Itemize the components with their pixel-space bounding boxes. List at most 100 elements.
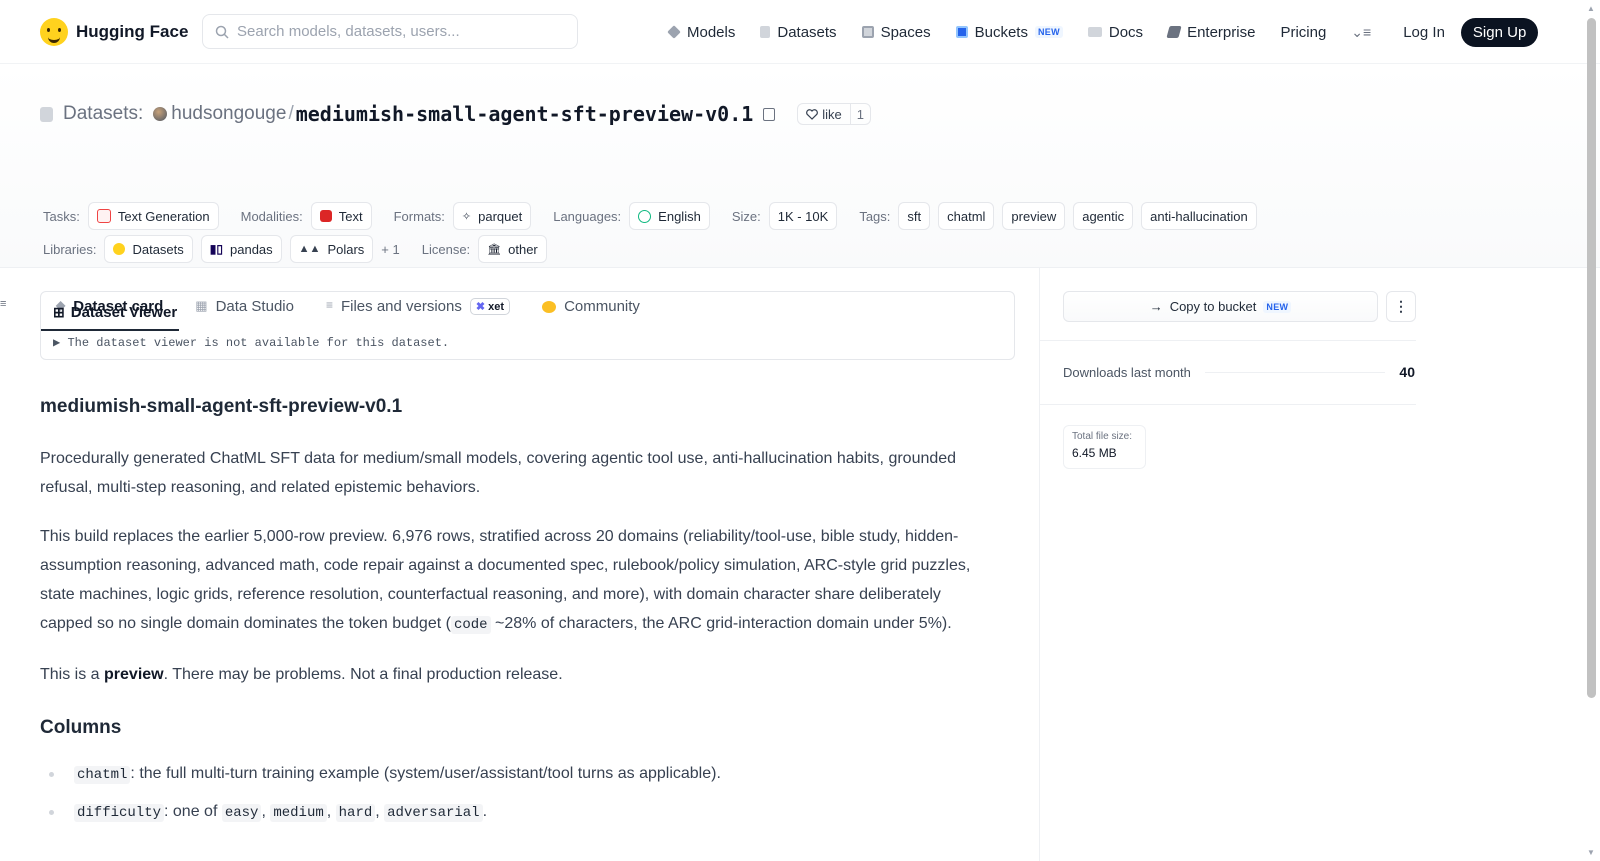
nav-datasets[interactable]: Datasets (760, 23, 837, 41)
downloads-stat: Downloads last month 40 (1063, 364, 1415, 380)
tags-label: Tags: (859, 208, 891, 224)
nav-spaces-label: Spaces (880, 23, 931, 41)
datasets-section-label: Datasets: (63, 103, 144, 124)
scroll-down-arrow-icon[interactable]: ▼ (1587, 848, 1595, 857)
page-scrollbar[interactable] (1587, 18, 1596, 698)
p3-bold: preview (104, 666, 164, 683)
language-chip[interactable]: English (629, 202, 710, 230)
search-input[interactable] (237, 23, 557, 40)
file-size-label: Total file size: (1072, 431, 1133, 442)
dataset-viewer-box: ⊞ Dataset Viewer ▶ The dataset viewer is… (40, 291, 1015, 360)
inline-code: adversarial (384, 804, 483, 822)
new-badge: NEW (1034, 26, 1063, 38)
format-chip[interactable]: ✧ parquet (452, 202, 532, 230)
new-badge: NEW (1263, 300, 1292, 313)
task-chip[interactable]: Text Generation (87, 202, 219, 230)
dataset-name[interactable]: mediumish-small-agent-sft-preview-v0.1 (296, 102, 754, 126)
search-icon (215, 25, 229, 39)
tag-label: agentic (1082, 208, 1125, 224)
pandas-icon: ▮▯ (209, 242, 223, 256)
card-title: mediumish-small-agent-sft-preview-v0.1 (40, 396, 403, 417)
libraries-more[interactable]: + 1 (381, 242, 399, 257)
format-chip-label: parquet (478, 208, 523, 224)
arrow-right-icon: → (1149, 299, 1163, 314)
toc-toggle-icon[interactable]: ≡ (0, 298, 6, 310)
parquet-icon: ✧ (461, 210, 472, 223)
brand-link[interactable]: Hugging Face (40, 17, 202, 46)
downloads-count: 40 (1399, 364, 1415, 380)
license-chip[interactable]: 🏛 other (478, 235, 547, 263)
tag-label: anti-hallucination (1150, 208, 1248, 224)
expand-triangle-icon: ▶ (53, 336, 61, 350)
enterprise-icon (1166, 26, 1182, 38)
grid-icon (861, 26, 874, 38)
more-menu-icon[interactable]: ⌄≡ (1351, 24, 1371, 41)
list-separator: , (261, 803, 271, 820)
like-count: 1 (849, 104, 870, 124)
signup-button[interactable]: Sign Up (1460, 17, 1539, 47)
downloads-sparkline (1204, 371, 1386, 373)
hugging-face-logo-icon (40, 17, 68, 46)
divider (1040, 340, 1416, 341)
breadcrumb: Datasets: hudsongouge / mediumish-small-… (40, 102, 872, 126)
inline-code: chatml (74, 766, 131, 784)
tag-label: preview (1011, 208, 1057, 224)
text-generation-icon (96, 209, 111, 223)
inline-code: medium (270, 804, 327, 822)
tag-chip-anti-hallucination[interactable]: anti-hallucination (1141, 202, 1257, 230)
metadata-row-2: Libraries: Datasets ▮▯ pandas ▲▲ Polars … (43, 235, 547, 263)
search-box[interactable] (202, 14, 578, 49)
tag-chip-sft[interactable]: sft (898, 202, 931, 230)
more-options-icon[interactable]: ⋮ (1386, 291, 1416, 322)
tag-chip-agentic[interactable]: agentic (1073, 202, 1134, 230)
top-navbar: Hugging Face Models Datasets Spaces Buck… (0, 0, 1600, 64)
library-chip-pandas[interactable]: ▮▯ pandas (200, 235, 282, 263)
copy-to-bucket-label: Copy to bucket (1169, 299, 1257, 314)
modalities-label: Modalities: (240, 208, 303, 224)
library-label: Polars (327, 241, 365, 257)
file-size-box: Total file size: 6.45 MB (1063, 425, 1146, 469)
modality-chip[interactable]: Text (310, 202, 372, 230)
p2-text-end: ~28% of characters, the ARC grid-interac… (490, 615, 952, 632)
downloads-label: Downloads last month (1063, 364, 1191, 380)
tag-chip-chatml[interactable]: chatml (938, 202, 995, 230)
library-chip-polars[interactable]: ▲▲ Polars (289, 235, 374, 263)
nav-enterprise-label: Enterprise (1187, 23, 1256, 41)
scroll-up-arrow-icon[interactable]: ▲ (1587, 4, 1595, 13)
license-label: License: (421, 241, 471, 257)
inline-code: hard (335, 804, 376, 822)
library-label: Datasets (132, 241, 184, 257)
login-link[interactable]: Log In (1403, 24, 1445, 41)
globe-icon (638, 209, 652, 223)
p3-text: This is a (40, 666, 105, 683)
languages-label: Languages: (553, 208, 622, 224)
nav-pricing[interactable]: Pricing (1280, 24, 1326, 41)
nav-spaces[interactable]: Spaces (861, 23, 931, 41)
like-button[interactable]: like 1 (797, 103, 872, 125)
nav-docs[interactable]: Docs (1087, 24, 1143, 41)
nav-datasets-label: Datasets (777, 23, 837, 41)
nav-models[interactable]: Models (667, 24, 735, 41)
columns-list: chatml: the full multi-turn training exa… (40, 763, 980, 824)
institution-icon: 🏛 (487, 243, 502, 256)
viewer-message[interactable]: ▶ The dataset viewer is not available fo… (53, 335, 1002, 350)
viewer-title-row: ⊞ Dataset Viewer (53, 304, 1002, 321)
file-size-value: 6.45 MB (1072, 446, 1117, 460)
dataset-card-main: ≡ ⊞ Dataset Viewer ▶ The dataset viewer … (0, 268, 1039, 861)
list-item-text: : one of (164, 803, 222, 820)
size-chip[interactable]: 1K - 10K (768, 202, 838, 230)
size-label: Size: (731, 208, 761, 224)
tag-chip-preview[interactable]: preview (1002, 202, 1066, 230)
nav-buckets[interactable]: Buckets NEW (955, 24, 1063, 41)
library-chip-datasets[interactable]: Datasets (104, 235, 193, 263)
columns-heading: Columns (40, 717, 122, 738)
nav-enterprise[interactable]: Enterprise (1166, 23, 1256, 41)
copy-to-bucket-button[interactable]: → Copy to bucket NEW (1063, 291, 1378, 322)
copy-icon[interactable] (763, 107, 776, 121)
polars-icon: ▲▲ (298, 243, 321, 255)
dataset-sidebar: → Copy to bucket NEW ⋮ Downloads last mo… (1039, 268, 1579, 861)
owner-link[interactable]: hudsongouge (171, 103, 286, 125)
library-label: pandas (230, 241, 273, 257)
card-paragraph-1: Procedurally generated ChatML SFT data f… (40, 450, 957, 496)
nav-pricing-label: Pricing (1280, 23, 1327, 41)
